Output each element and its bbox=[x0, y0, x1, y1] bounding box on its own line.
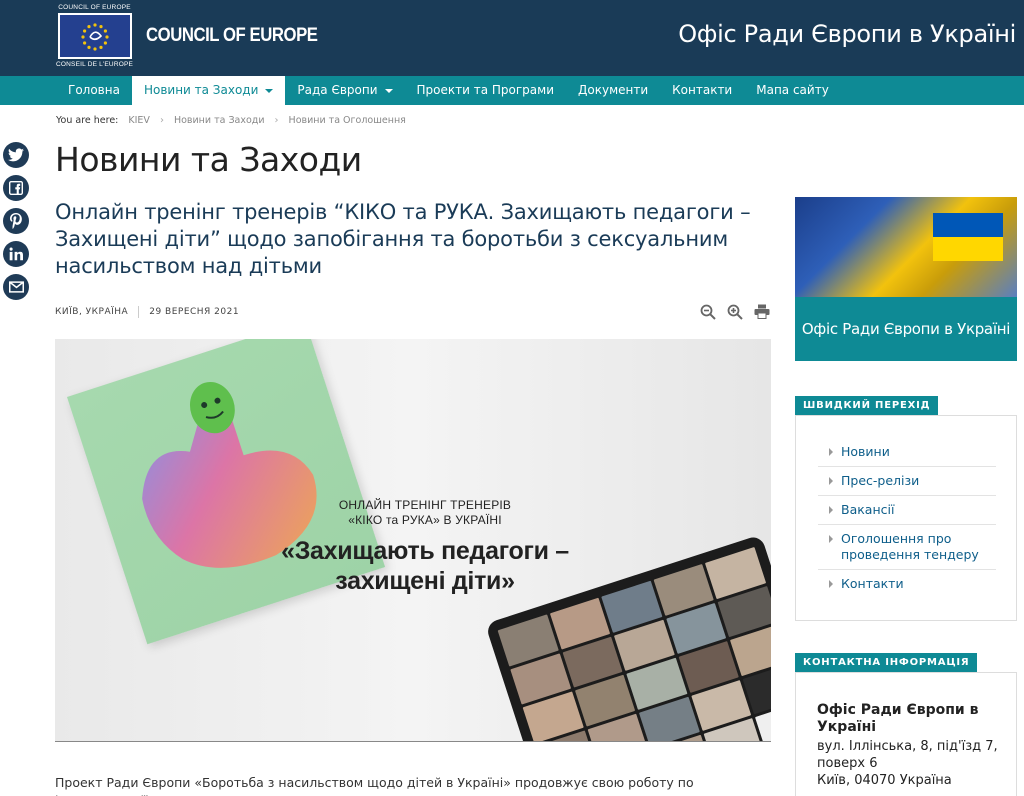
triangle-right-icon bbox=[829, 535, 833, 543]
logo-small-top: COUNCIL OF EUROPE bbox=[58, 4, 131, 11]
caret-down-icon bbox=[384, 88, 393, 93]
article-meta: КИЇВ, УКРАЇНА 29 ВЕРЕСНЯ 2021 bbox=[55, 306, 239, 318]
pinterest-icon[interactable] bbox=[3, 208, 29, 234]
hero-heading: «Захищають педагоги – захищені діти» bbox=[281, 537, 569, 595]
contact-org: Офіс Ради Європи в Україні bbox=[817, 702, 979, 735]
quick-link-press[interactable]: Прес-релізи bbox=[818, 467, 996, 496]
quick-link-contacts[interactable]: Контакти bbox=[818, 570, 996, 598]
article-title: Онлайн тренінг тренерів “КІКО та РУКА. З… bbox=[55, 200, 751, 278]
triangle-right-icon bbox=[829, 580, 833, 588]
article-body: Проект Ради Європи «Боротьба з насильств… bbox=[55, 775, 694, 796]
nav-item-news-events[interactable]: Новини та Заходи bbox=[131, 76, 286, 105]
quick-link-news[interactable]: Новини bbox=[818, 438, 996, 467]
nav-label: Головна bbox=[68, 83, 120, 97]
quick-link-label: Вакансії bbox=[841, 502, 895, 517]
nav-label: Проекти та Програми bbox=[416, 83, 554, 97]
contact-heading: КОНТАКТНА ІНФОРМАЦІЯ bbox=[795, 653, 978, 672]
hero-line-1: ОНЛАЙН ТРЕНІНГ ТРЕНЕРІВ bbox=[338, 498, 512, 512]
breadcrumb-item-kiev[interactable]: KIEV bbox=[128, 115, 150, 126]
nav-item-home[interactable]: Головна bbox=[0, 76, 132, 105]
quick-link-label: Прес-релізи bbox=[841, 473, 920, 488]
triangle-right-icon bbox=[829, 506, 833, 514]
triangle-right-icon bbox=[829, 448, 833, 456]
breadcrumb: You are here: KIEV › Новини та Заходи › … bbox=[56, 115, 406, 126]
nav-label: Рада Європи bbox=[297, 83, 378, 97]
quick-links-heading: ШВИДКИЙ ПЕРЕХІД bbox=[795, 396, 939, 415]
nav-item-documents[interactable]: Документи bbox=[566, 76, 660, 105]
ukraine-office-banner[interactable]: Офіс Ради Європи в Україні bbox=[795, 197, 1017, 361]
nav-label: Новини та Заходи bbox=[143, 83, 259, 97]
banner-caption: Офіс Ради Європи в Україні bbox=[801, 320, 1011, 338]
article-hero-image: ОНЛАЙН ТРЕНІНГ ТРЕНЕРІВ «КІКО та РУКА» В… bbox=[55, 339, 771, 742]
nav-item-council-of-europe[interactable]: Рада Європи bbox=[285, 76, 404, 105]
logo-text: COUNCIL OF EUROPE bbox=[146, 25, 318, 46]
breadcrumb-item-announcements[interactable]: Новини та Оголошення bbox=[289, 115, 406, 126]
caret-down-icon bbox=[265, 88, 274, 93]
meta-divider bbox=[138, 306, 140, 318]
email-icon[interactable] bbox=[3, 274, 29, 300]
share-bar bbox=[3, 142, 29, 300]
article-location: КИЇВ, УКРАЇНА bbox=[55, 307, 129, 317]
contact-address: вул. Іллінська, 8, під'їзд 7, поверх 6 bbox=[817, 739, 998, 771]
breadcrumb-item-news[interactable]: Новини та Заходи bbox=[174, 115, 265, 126]
council-of-europe-logo[interactable]: COUNCIL OF EUROPE CONSEIL DE L'EUROPE CO… bbox=[56, 4, 341, 68]
quick-links-list: Новини Прес-релізи Вакансії Оголошення п… bbox=[818, 438, 996, 598]
quick-link-tenders[interactable]: Оголошення про проведення тендеру bbox=[818, 525, 996, 570]
contact-city: Київ, 04070 Україна bbox=[817, 773, 952, 788]
eu-stars-icon bbox=[57, 13, 132, 59]
ukraine-flag-icon bbox=[933, 213, 1003, 261]
zoom-out-icon[interactable] bbox=[699, 303, 716, 320]
quick-link-label: Новини bbox=[841, 444, 890, 459]
page-title: Новини та Заходи bbox=[55, 140, 362, 179]
nav-label: Мапа сайту bbox=[756, 83, 829, 97]
chevron-right-icon: › bbox=[274, 115, 279, 126]
article-date: 29 ВЕРЕСНЯ 2021 bbox=[149, 307, 240, 317]
logo-small-bottom: CONSEIL DE L'EUROPE bbox=[56, 61, 134, 68]
hero-line-2: «КІКО та РУКА» В УКРАЇНІ bbox=[348, 513, 502, 527]
quick-link-vacancies[interactable]: Вакансії bbox=[818, 496, 996, 525]
zoom-in-icon[interactable] bbox=[726, 303, 743, 320]
ukraine-flag-image bbox=[795, 197, 1017, 297]
site-title[interactable]: Офіс Ради Європи в Україні bbox=[678, 20, 1016, 48]
nav-item-sitemap[interactable]: Мапа сайту bbox=[744, 76, 841, 105]
nav-label: Документи bbox=[578, 83, 649, 97]
quick-link-label: Оголошення про проведення тендеру bbox=[841, 531, 979, 562]
hero-illustration-card bbox=[67, 339, 386, 645]
chevron-right-icon: › bbox=[159, 115, 164, 126]
breadcrumb-label: You are here: bbox=[56, 115, 119, 126]
logo-emblem: COUNCIL OF EUROPE CONSEIL DE L'EUROPE bbox=[56, 4, 133, 68]
hero-caption: ОНЛАЙН ТРЕНІНГ ТРЕНЕРІВ «КІКО та РУКА» В… bbox=[305, 498, 545, 528]
linkedin-icon[interactable] bbox=[3, 241, 29, 267]
nav-item-projects[interactable]: Проекти та Програми bbox=[405, 76, 566, 105]
print-icon[interactable] bbox=[753, 303, 770, 320]
site-header: COUNCIL OF EUROPE CONSEIL DE L'EUROPE CO… bbox=[0, 0, 1024, 76]
contact-info: Офіс Ради Європи в Україні вул. Іллінськ… bbox=[817, 702, 1007, 789]
triangle-right-icon bbox=[829, 477, 833, 485]
facebook-icon[interactable] bbox=[3, 175, 29, 201]
main-nav: Головна Новини та Заходи Рада Європи Про… bbox=[0, 76, 1024, 105]
nav-item-contacts[interactable]: Контакти bbox=[660, 76, 744, 105]
quick-link-label: Контакти bbox=[841, 576, 904, 591]
article-tools bbox=[699, 303, 770, 320]
nav-label: Контакти bbox=[672, 83, 733, 97]
twitter-icon[interactable] bbox=[3, 142, 29, 168]
